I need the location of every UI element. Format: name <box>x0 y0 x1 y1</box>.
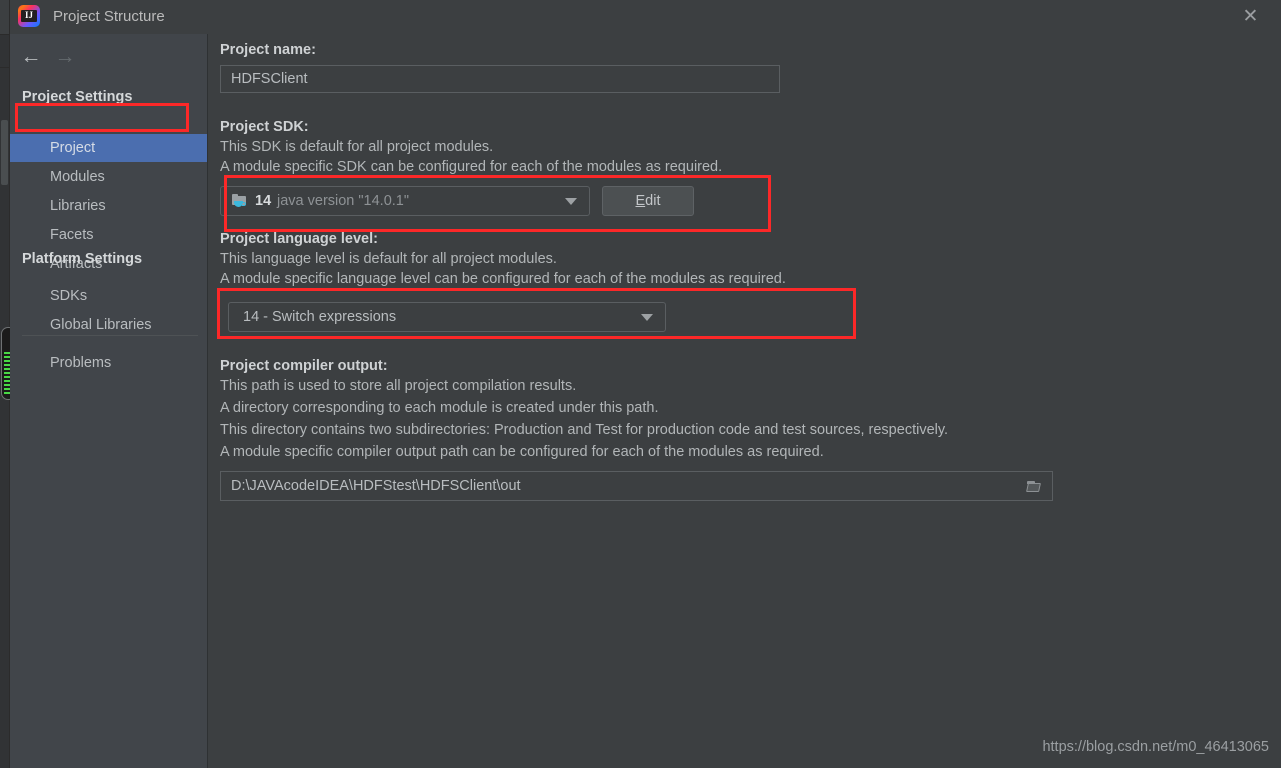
compiler-output-desc-1: This path is used to store all project c… <box>220 378 577 394</box>
compiler-output-desc-3: This directory contains two subdirectori… <box>220 422 949 438</box>
chevron-down-icon <box>641 314 653 321</box>
project-name-input[interactable]: HDFSClient <box>220 65 780 93</box>
sidebar-item-label: Global Libraries <box>50 317 152 333</box>
sidebar-item-modules[interactable]: Modules <box>10 163 207 191</box>
compiler-output-desc-4: A module specific compiler output path c… <box>220 444 824 460</box>
sidebar-nav-arrows: ← → <box>18 44 128 70</box>
language-level-value: 14 - Switch expressions <box>243 309 397 325</box>
settings-sidebar: ← → Project Settings Project Modules Lib… <box>10 34 207 768</box>
language-level-desc-2: A module specific language level can be … <box>220 271 786 287</box>
dialog-title: Project Structure <box>53 8 165 25</box>
project-sdk-label: Project SDK: <box>220 119 309 135</box>
edit-button-mnemonic: E <box>635 193 646 209</box>
java-sdk-folder-icon <box>231 193 249 209</box>
sidebar-item-label: SDKs <box>50 288 88 304</box>
edit-button-label: dit <box>645 193 661 209</box>
sidebar-item-sdks[interactable]: SDKs <box>10 282 207 310</box>
chevron-down-icon <box>565 198 577 205</box>
compiler-output-path-value: D:\JAVAcodeIDEA\HDFStest\HDFSClient\out <box>231 478 521 494</box>
sidebar-item-problems[interactable]: Problems <box>10 349 207 377</box>
forward-arrow-icon[interactable]: → <box>52 44 78 70</box>
compiler-output-desc-2: A directory corresponding to each module… <box>220 400 659 416</box>
sidebar-item-facets[interactable]: Facets <box>10 221 207 249</box>
project-name-label: Project name: <box>220 42 316 58</box>
sidebar-item-label: Modules <box>50 169 105 185</box>
back-arrow-icon[interactable]: ← <box>18 44 44 70</box>
project-sdk-version: java version "14.0.1" <box>277 193 410 209</box>
compiler-output-label: Project compiler output: <box>220 358 388 374</box>
project-settings-panel: Project name: HDFSClient Project SDK: Th… <box>208 34 1281 768</box>
language-level-desc-1: This language level is default for all p… <box>220 251 557 267</box>
underlying-scrollbar-thumb[interactable] <box>1 120 8 185</box>
sidebar-item-label: Facets <box>50 227 94 243</box>
sidebar-section-platform-settings: Platform Settings <box>22 251 143 267</box>
sidebar-section-project-settings: Project Settings <box>22 89 133 105</box>
project-sdk-combo[interactable]: 14 java version "14.0.1" <box>220 186 590 216</box>
sidebar-item-label: Project <box>50 140 96 156</box>
intellij-idea-icon-letters: IJ <box>24 10 33 20</box>
sidebar-item-label: Problems <box>50 355 112 371</box>
project-name-value: HDFSClient <box>231 71 308 87</box>
project-sdk-desc-1: This SDK is default for all project modu… <box>220 139 494 155</box>
sidebar-item-label: Libraries <box>50 198 106 214</box>
close-icon[interactable]: ✕ <box>1228 0 1273 34</box>
language-level-label: Project language level: <box>220 231 378 247</box>
intellij-idea-icon: IJ <box>18 5 40 27</box>
project-structure-dialog: IJ Project Structure ✕ ← → Project Setti… <box>10 0 1281 768</box>
sidebar-item-project[interactable]: Project <box>10 134 207 162</box>
edit-sdk-button[interactable]: Edit <box>602 186 694 216</box>
screen: IJ Project Structure ✕ ← → Project Setti… <box>0 0 1281 768</box>
sidebar-separator <box>22 335 198 336</box>
compiler-output-path-input[interactable]: D:\JAVAcodeIDEA\HDFStest\HDFSClient\out <box>220 471 1053 501</box>
project-sdk-number: 14 <box>255 193 272 209</box>
language-level-combo[interactable]: 14 - Switch expressions <box>228 302 666 332</box>
open-folder-icon[interactable] <box>1026 479 1044 493</box>
project-sdk-desc-2: A module specific SDK can be configured … <box>220 159 723 175</box>
sidebar-item-libraries[interactable]: Libraries <box>10 192 207 220</box>
dialog-titlebar: IJ Project Structure ✕ <box>10 0 1281 34</box>
watermark: https://blog.csdn.net/m0_46413065 <box>1042 739 1269 755</box>
